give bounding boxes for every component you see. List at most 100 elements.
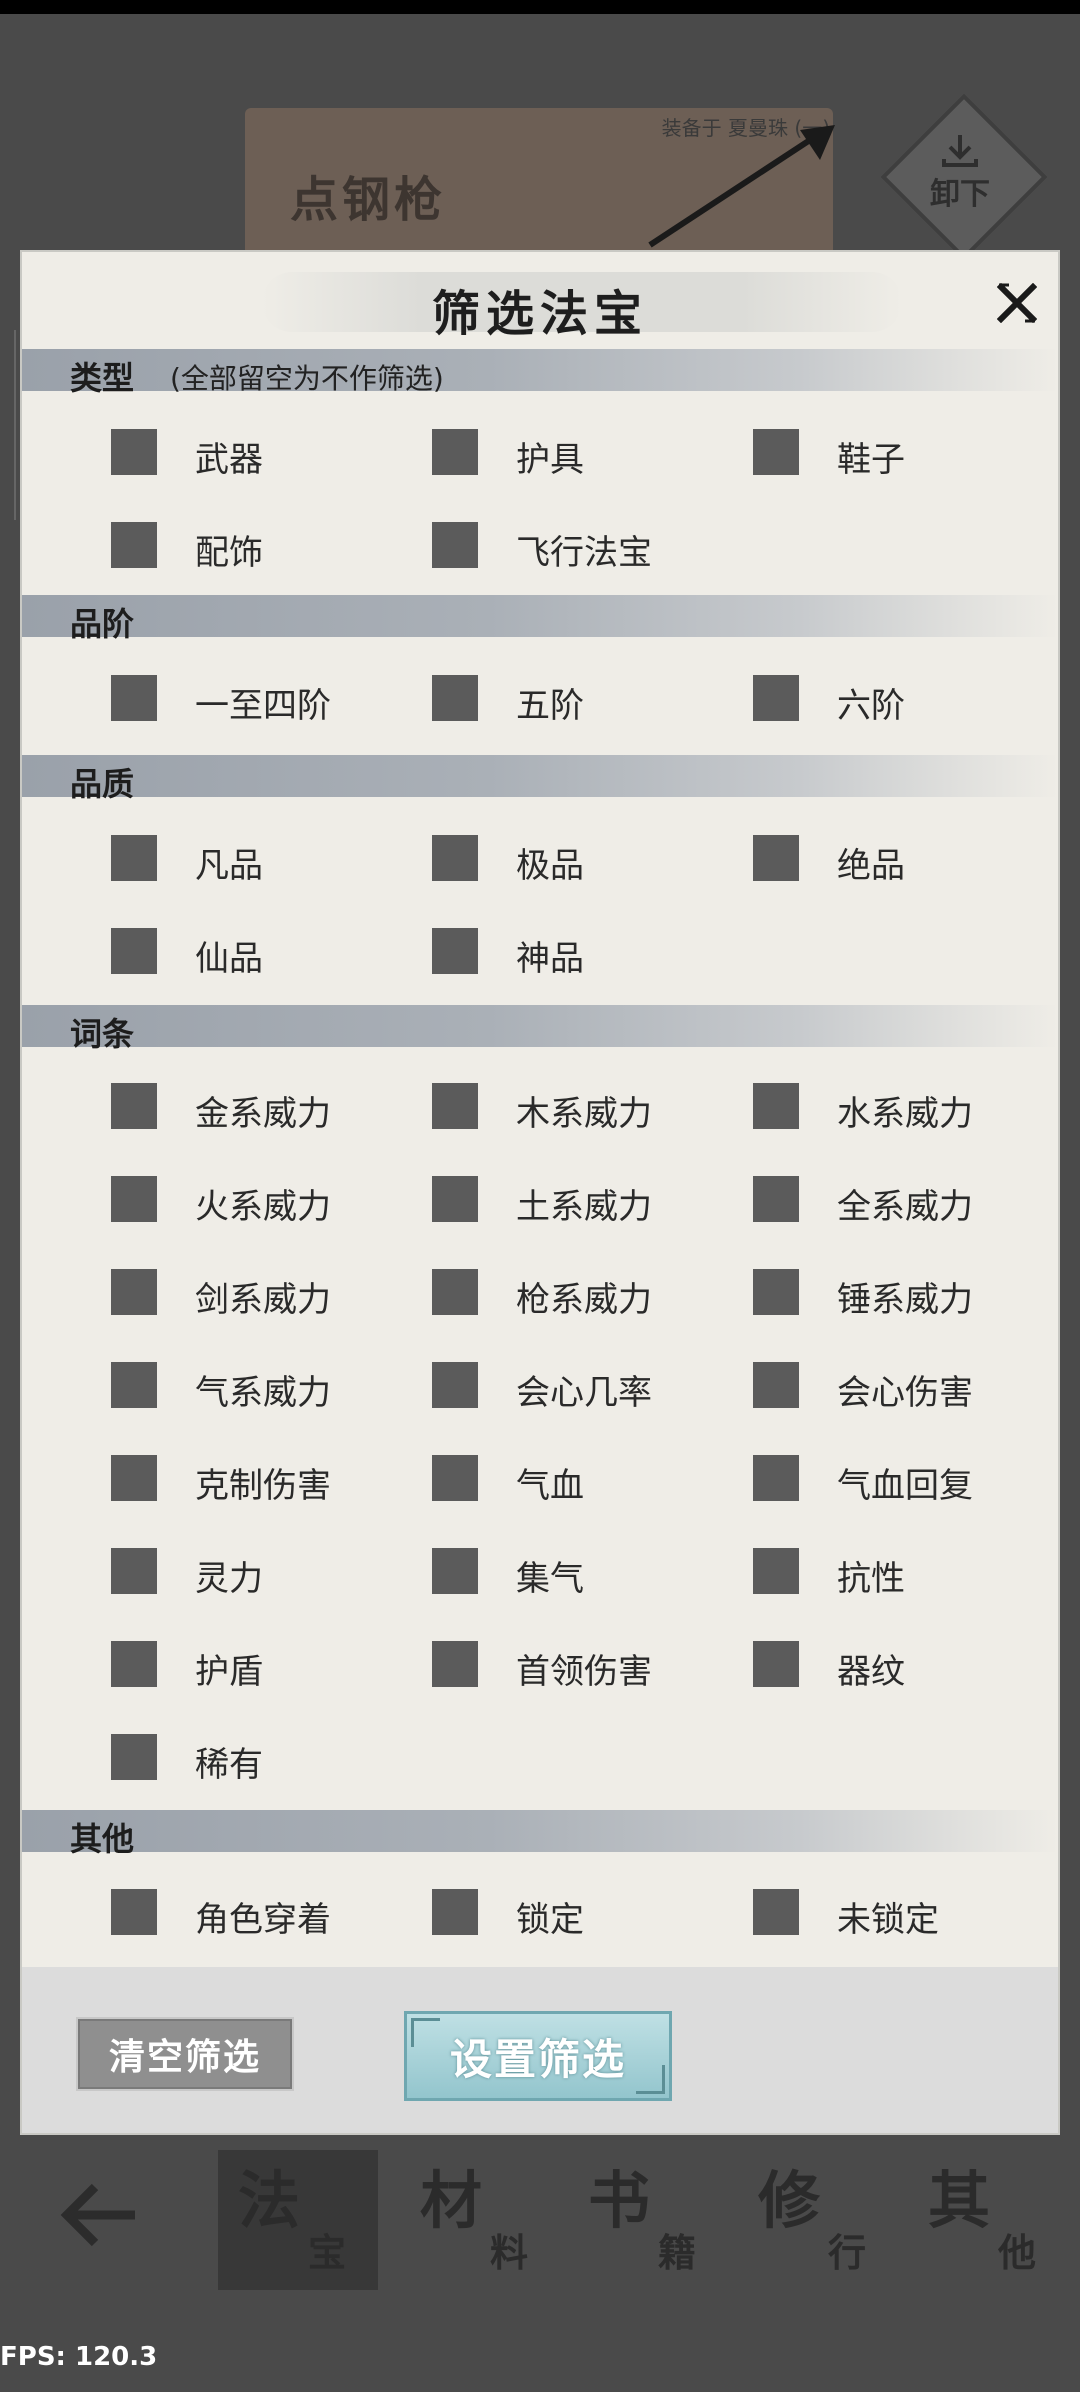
filter-option[interactable]: 剑系威力 (111, 1264, 411, 1320)
unequip-button[interactable]: 卸下 (905, 118, 1015, 228)
checkbox[interactable] (432, 1362, 478, 1408)
filter-option[interactable]: 水系威力 (753, 1078, 1053, 1134)
nav-tab-artifact[interactable]: 法 宝 (218, 2150, 378, 2290)
filter-option[interactable]: 绝品 (753, 830, 1053, 886)
filter-option[interactable]: 金系威力 (111, 1078, 411, 1134)
nav-tab-cultivation[interactable]: 修 行 (738, 2150, 898, 2290)
filter-option[interactable]: 六阶 (753, 670, 1053, 726)
section-quality-header: 品质 (22, 755, 1058, 803)
checkbox[interactable] (753, 1362, 799, 1408)
filter-option[interactable]: 器纹 (753, 1636, 1053, 1692)
checkbox[interactable] (111, 835, 157, 881)
section-title: 其他 (70, 1820, 135, 1858)
checkbox[interactable] (111, 1889, 157, 1935)
checkbox[interactable] (432, 1269, 478, 1315)
filter-option[interactable]: 首领伤害 (432, 1636, 732, 1692)
filter-option[interactable]: 配饰 (111, 517, 411, 573)
filter-option[interactable]: 气系威力 (111, 1357, 411, 1413)
checkbox[interactable] (753, 835, 799, 881)
back-arrow-icon[interactable] (55, 2175, 145, 2255)
filter-option[interactable]: 集气 (432, 1543, 732, 1599)
checkbox[interactable] (432, 1083, 478, 1129)
filter-option[interactable]: 极品 (432, 830, 732, 886)
dialog-footer: 清空筛选 设置筛选 (22, 1967, 1058, 2133)
checkbox[interactable] (753, 1889, 799, 1935)
checkbox[interactable] (111, 1641, 157, 1687)
filter-option[interactable]: 全系威力 (753, 1171, 1053, 1227)
checkbox[interactable] (753, 1083, 799, 1129)
checkbox[interactable] (111, 1362, 157, 1408)
filter-option[interactable]: 护具 (432, 424, 732, 480)
filter-option[interactable]: 仙品 (111, 923, 411, 979)
checkbox[interactable] (111, 675, 157, 721)
nav-tab-material[interactable]: 材 料 (400, 2150, 560, 2290)
checkbox[interactable] (111, 1455, 157, 1501)
filter-option[interactable]: 会心几率 (432, 1357, 732, 1413)
filter-option[interactable]: 一至四阶 (111, 670, 411, 726)
filter-option[interactable]: 土系威力 (432, 1171, 732, 1227)
filter-option[interactable]: 武器 (111, 424, 411, 480)
filter-option[interactable]: 会心伤害 (753, 1357, 1053, 1413)
filter-option[interactable]: 凡品 (111, 830, 411, 886)
checkbox[interactable] (111, 1269, 157, 1315)
checkbox[interactable] (432, 1176, 478, 1222)
checkbox[interactable] (111, 1083, 157, 1129)
checkbox[interactable] (432, 1889, 478, 1935)
checkbox[interactable] (432, 928, 478, 974)
checkbox[interactable] (432, 675, 478, 721)
filter-option[interactable]: 克制伤害 (111, 1450, 411, 1506)
section-title: 品质 (70, 765, 135, 803)
apply-filter-button[interactable]: 设置筛选 (404, 2011, 672, 2101)
corner-ornament (411, 2018, 440, 2047)
checkbox[interactable] (753, 1269, 799, 1315)
filter-option[interactable]: 未锁定 (753, 1884, 1053, 1940)
checkbox[interactable] (111, 1176, 157, 1222)
download-icon (942, 135, 978, 167)
background-panel-edge (0, 330, 16, 520)
filter-option[interactable]: 木系威力 (432, 1078, 732, 1134)
checkbox[interactable] (111, 522, 157, 568)
filter-option[interactable]: 五阶 (432, 670, 732, 726)
checkbox[interactable] (111, 1548, 157, 1594)
filter-option[interactable]: 气血 (432, 1450, 732, 1506)
checkbox[interactable] (432, 429, 478, 475)
checkbox[interactable] (753, 1176, 799, 1222)
checkbox[interactable] (432, 1641, 478, 1687)
close-button[interactable] (994, 280, 1040, 326)
checkbox[interactable] (432, 1548, 478, 1594)
filter-option[interactable]: 锤系威力 (753, 1264, 1053, 1320)
checkbox[interactable] (753, 1548, 799, 1594)
checkbox[interactable] (753, 1641, 799, 1687)
filter-option[interactable]: 飞行法宝 (432, 517, 732, 573)
fps-counter: FPS: 120.3 (0, 2342, 158, 2372)
checkbox[interactable] (111, 429, 157, 475)
filter-option[interactable]: 灵力 (111, 1543, 411, 1599)
item-name: 点钢枪 (290, 172, 447, 228)
checkbox[interactable] (753, 1455, 799, 1501)
checkbox[interactable] (753, 675, 799, 721)
filter-option[interactable]: 气血回复 (753, 1450, 1053, 1506)
filter-option[interactable]: 角色穿着 (111, 1884, 411, 1940)
clear-filter-button[interactable]: 清空筛选 (76, 2017, 294, 2091)
status-bar (0, 0, 1080, 14)
apply-filter-label: 设置筛选 (449, 2034, 626, 2084)
nav-tab-book[interactable]: 书 籍 (568, 2150, 728, 2290)
checkbox[interactable] (111, 928, 157, 974)
section-affix-header: 词条 (22, 1005, 1058, 1053)
checkbox[interactable] (111, 1734, 157, 1780)
checkbox[interactable] (432, 835, 478, 881)
dialog-header: 筛选法宝 (22, 252, 1058, 352)
checkbox[interactable] (753, 429, 799, 475)
checkbox[interactable] (432, 522, 478, 568)
nav-tab-other[interactable]: 其 他 (908, 2150, 1068, 2290)
checkbox[interactable] (432, 1455, 478, 1501)
close-icon (997, 283, 1037, 323)
filter-option[interactable]: 火系威力 (111, 1171, 411, 1227)
filter-option[interactable]: 稀有 (111, 1729, 411, 1785)
filter-option[interactable]: 锁定 (432, 1884, 732, 1940)
filter-option[interactable]: 护盾 (111, 1636, 411, 1692)
filter-option[interactable]: 神品 (432, 923, 732, 979)
filter-option[interactable]: 鞋子 (753, 424, 1053, 480)
filter-option[interactable]: 抗性 (753, 1543, 1053, 1599)
filter-option[interactable]: 枪系威力 (432, 1264, 732, 1320)
